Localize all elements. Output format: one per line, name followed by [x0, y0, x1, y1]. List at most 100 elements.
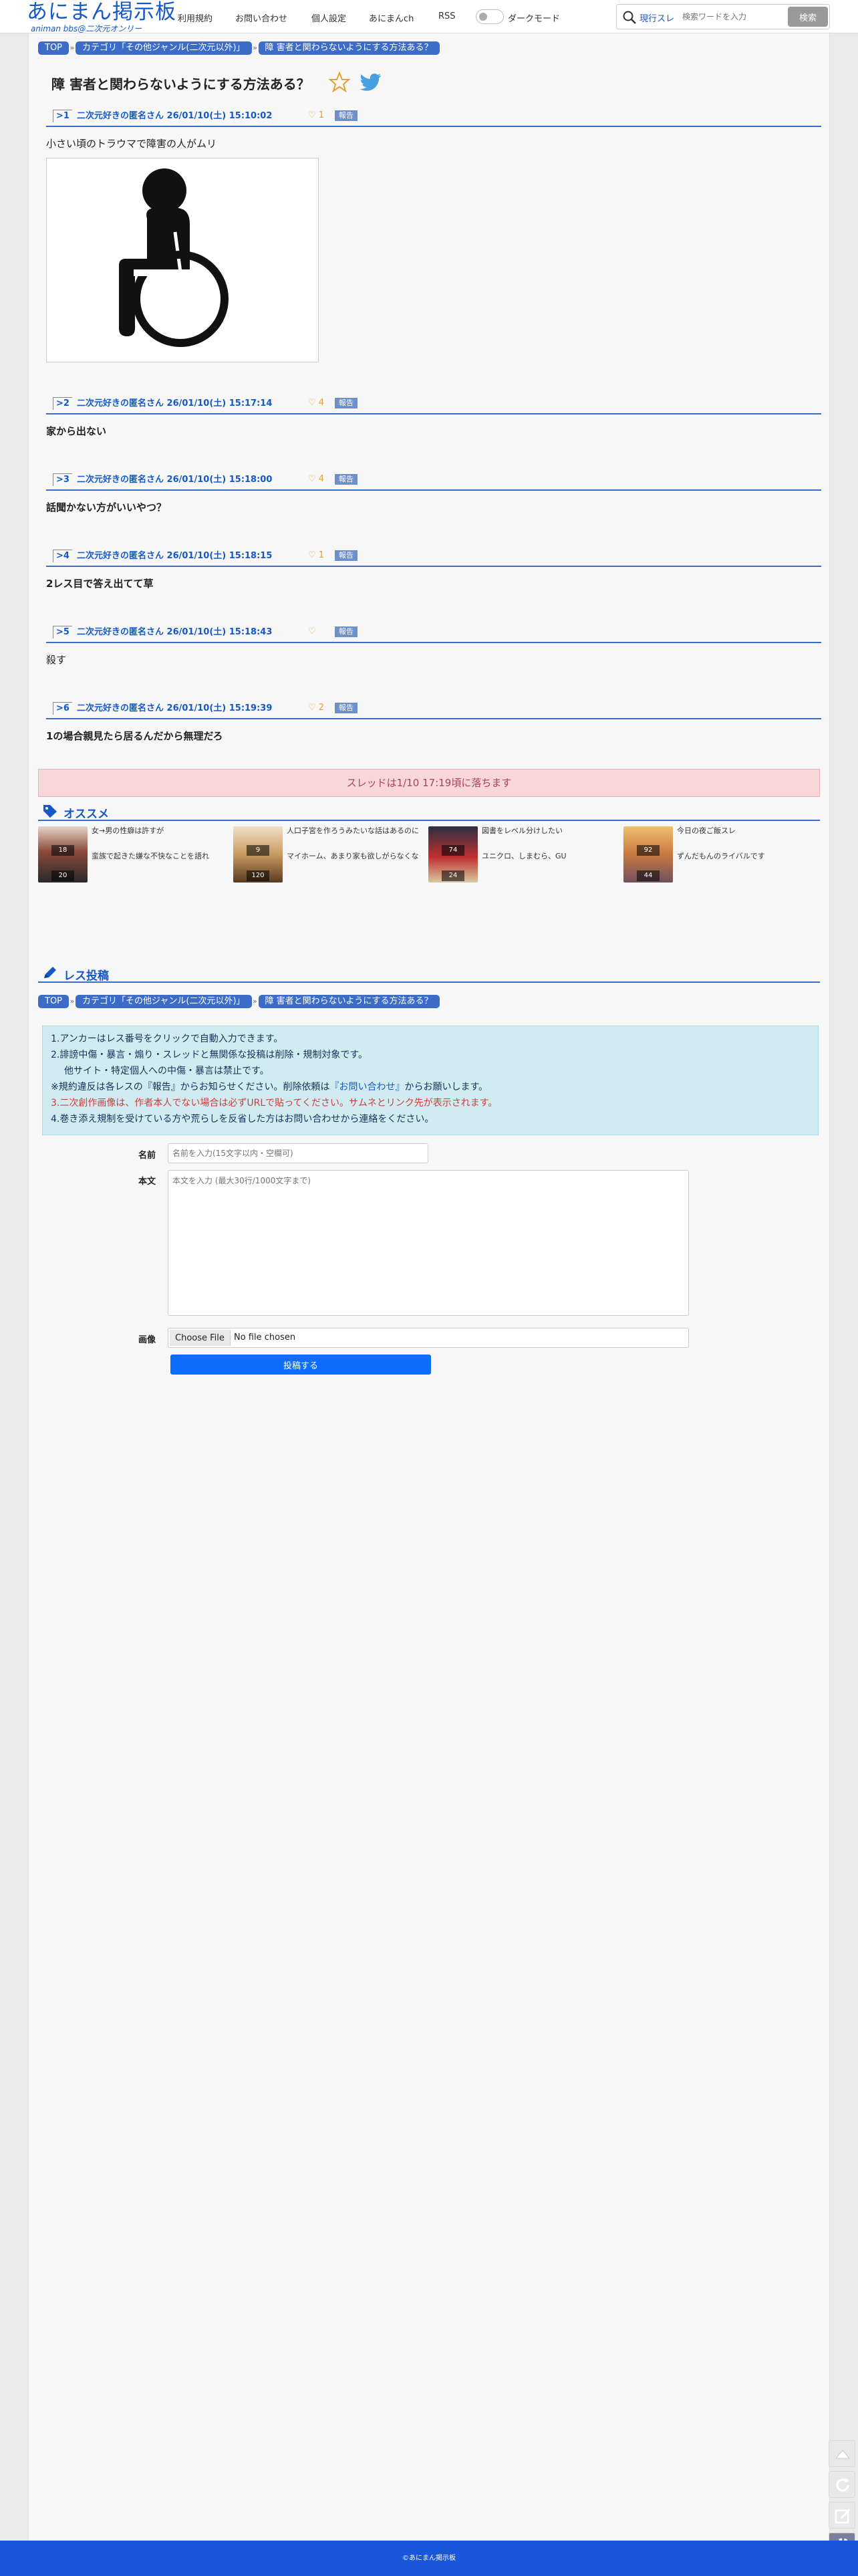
rule-line-warning: 3.二次創作画像は、作者本人でない場合は必ずURLで貼ってください。サムネとリン…	[51, 1098, 498, 1108]
reload-icon	[836, 2478, 849, 2492]
breadcrumb-top[interactable]: TOP	[38, 995, 69, 1008]
posting-rules: 1.アンカーはレス番号をクリックで自動入力できます。 2.誹謗中傷・暴言・煽り・…	[42, 1026, 819, 1135]
like-button[interactable]: ♡ 2	[308, 702, 324, 714]
breadcrumb-separator: »	[69, 997, 75, 1006]
search-scope-select[interactable]: 現行スレ	[639, 11, 674, 24]
report-button[interactable]: 報告	[335, 626, 358, 637]
write-button[interactable]	[829, 2502, 855, 2529]
name-field[interactable]	[168, 1143, 428, 1163]
rule-line: 4.巻き添え規制を受けている方や荒らしを反省した方はお問い合わせから連絡をくださ…	[51, 1114, 434, 1125]
rule-line: 他サイト・特定個人への中傷・暴言は禁止です。	[64, 1066, 269, 1076]
contact-link[interactable]: 『お問い合わせ』	[329, 1082, 404, 1092]
report-button[interactable]: 報告	[335, 550, 358, 561]
nav-terms[interactable]: 利用規約	[178, 11, 212, 24]
recommend-item[interactable]: 9 120 人口子宮を作ろうみたいな話はあるのに マイホーム、あまり家も欲しがら…	[233, 826, 427, 883]
search-input[interactable]	[682, 7, 782, 26]
rule-line: 2.誹謗中傷・暴言・煽り・スレッドと無関係な投稿は削除・規制対象です。	[51, 1050, 368, 1060]
logo-subtext: animan bbs@二次元オンリー	[31, 24, 142, 33]
post-number[interactable]: >2	[53, 397, 72, 410]
post-form-header: レス投稿	[38, 964, 820, 983]
nav-rss[interactable]: RSS	[438, 11, 456, 21]
scroll-top-button[interactable]	[829, 2440, 855, 2467]
post-number[interactable]: >4	[53, 550, 72, 562]
recommend-title: オススメ	[63, 808, 109, 821]
breadcrumb: TOP» カテゴリ「その他ジャンル(二次元以外)」» 障 害者と関わらないようにする…	[38, 995, 440, 1010]
post-date: 26/01/10(土) 15:19:39	[166, 703, 273, 713]
post-author: 二次元好きの匿名さん	[77, 475, 164, 485]
like-count: 4	[318, 474, 325, 484]
reply-count-badge: 18	[51, 845, 74, 856]
post-author: 二次元好きの匿名さん	[77, 398, 164, 408]
post-meta: 二次元好きの匿名さん 26/01/10(土) 15:18:00	[77, 474, 272, 486]
like-button[interactable]: ♡ 4	[308, 397, 324, 409]
thread-title-row: 障 害者と関わらないようにする方法ある？	[38, 68, 820, 95]
like-button[interactable]: ♡ 1	[308, 110, 324, 122]
report-button[interactable]: 報告	[335, 398, 358, 408]
dark-mode-toggle[interactable]	[476, 9, 504, 24]
post-number[interactable]: >6	[53, 702, 72, 715]
twitter-share-icon[interactable]	[359, 71, 383, 94]
search-button[interactable]: 検索	[788, 7, 828, 27]
report-button[interactable]: 報告	[335, 703, 358, 713]
recommend-item-title: ずんだもんのライバルです	[677, 852, 765, 860]
like-button[interactable]: ♡	[308, 626, 316, 638]
submit-post-button[interactable]: 投稿する	[170, 1355, 431, 1375]
like-button[interactable]: ♡ 1	[308, 550, 324, 562]
search-box: 現行スレ 検索	[616, 4, 830, 29]
reply-count-badge: 20	[51, 870, 74, 881]
post-author: 二次元好きの匿名さん	[77, 627, 164, 637]
recommend-item[interactable]: 18 20 女→男の性癖は許すが 蛮族で起きた嫌な不快なことを語れ	[38, 826, 232, 883]
recommend-thumbnail: 92 44	[623, 826, 673, 883]
post-body: 小さい頃のトラウマで障害の人がムリ	[46, 138, 217, 150]
site-header: あにまん掲示板 animan bbs@二次元オンリー 利用規約 お問い合わせ 個…	[0, 0, 858, 33]
post-number[interactable]: >1	[53, 110, 72, 122]
recommend-thumbnail: 9 120	[233, 826, 283, 883]
body-textarea[interactable]	[168, 1170, 689, 1316]
post-author: 二次元好きの匿名さん	[77, 551, 164, 561]
post-date: 26/01/10(土) 15:18:15	[166, 551, 273, 561]
recommend-item[interactable]: 92 44 今日の夜ご飯スレ ずんだもんのライバルです	[623, 826, 817, 883]
breadcrumb-thread[interactable]: 障 害者と関わらないようにする方法ある？	[258, 41, 440, 55]
like-button[interactable]: ♡ 4	[308, 473, 324, 485]
rule-text: ※規約違反は各レスの『報告』からお知らせください。削除依頼は	[51, 1082, 330, 1092]
recommend-item-title: 女→男の性癖は許すが	[92, 826, 164, 835]
report-button[interactable]: 報告	[335, 474, 358, 485]
breadcrumb-top[interactable]: TOP	[38, 41, 69, 55]
recommend-item-title: ユニクロ、しまむら、GU	[482, 852, 567, 860]
thread-expiry-notice: スレッドは1/10 17:19頃に落ちます	[38, 769, 820, 797]
nav-settings[interactable]: 個人設定	[311, 11, 346, 24]
nav-contact[interactable]: お問い合わせ	[235, 11, 287, 24]
post-number[interactable]: >3	[53, 473, 72, 486]
post-body: 2レス目で答え出てて草	[46, 578, 154, 590]
post-body: 家から出ない	[46, 425, 107, 437]
edit-icon	[835, 2508, 851, 2524]
thread-title: 障 害者と関わらないようにする方法ある？	[51, 76, 310, 92]
breadcrumb-category[interactable]: カテゴリ「その他ジャンル(二次元以外)」	[76, 41, 252, 55]
post-number-value: 2	[63, 398, 69, 408]
body-label: 本文	[138, 1177, 156, 1187]
post-number-value: 5	[63, 627, 69, 637]
post-header: >3 二次元好きの匿名さん 26/01/10(土) 15:18:00 ♡ 4 報…	[46, 471, 821, 491]
report-button[interactable]: 報告	[335, 110, 358, 121]
post-meta: 二次元好きの匿名さん 26/01/10(土) 15:17:14	[77, 398, 272, 410]
choose-file-button[interactable]: Choose File	[170, 1330, 231, 1346]
reply-count-badge: 92	[637, 845, 660, 856]
post-number[interactable]: >5	[53, 626, 72, 638]
post-image-wheelchair[interactable]	[46, 158, 319, 362]
post-header: >1 二次元好きの匿名さん 26/01/10(土) 15:10:02 ♡ 1 報…	[46, 107, 821, 127]
name-label: 名前	[138, 1151, 156, 1161]
post-author: 二次元好きの匿名さん	[77, 703, 164, 713]
logo-text: あにまん掲示板	[27, 0, 176, 24]
like-count: 4	[318, 398, 325, 408]
site-footer: ©あにまん掲示板	[0, 2541, 858, 2576]
image-file-input[interactable]: Choose File No file chosen	[168, 1328, 689, 1348]
reload-button[interactable]	[829, 2471, 855, 2498]
recommend-item[interactable]: 74 24 図書をレベル分けしたい ユニクロ、しまむら、GU	[428, 826, 622, 883]
recommend-item-title: マイホーム、あまり家も欲しがらなくなってしまう	[287, 852, 420, 860]
post-form-title: レス投稿	[63, 969, 109, 983]
favorite-star-icon[interactable]	[328, 71, 351, 94]
site-logo[interactable]: あにまん掲示板 animan bbs@二次元オンリー	[27, 0, 176, 33]
breadcrumb-thread[interactable]: 障 害者と関わらないようにする方法ある？	[258, 995, 440, 1008]
breadcrumb-category[interactable]: カテゴリ「その他ジャンル(二次元以外)」	[76, 995, 252, 1008]
nav-animanch[interactable]: あにまんch	[369, 11, 414, 24]
